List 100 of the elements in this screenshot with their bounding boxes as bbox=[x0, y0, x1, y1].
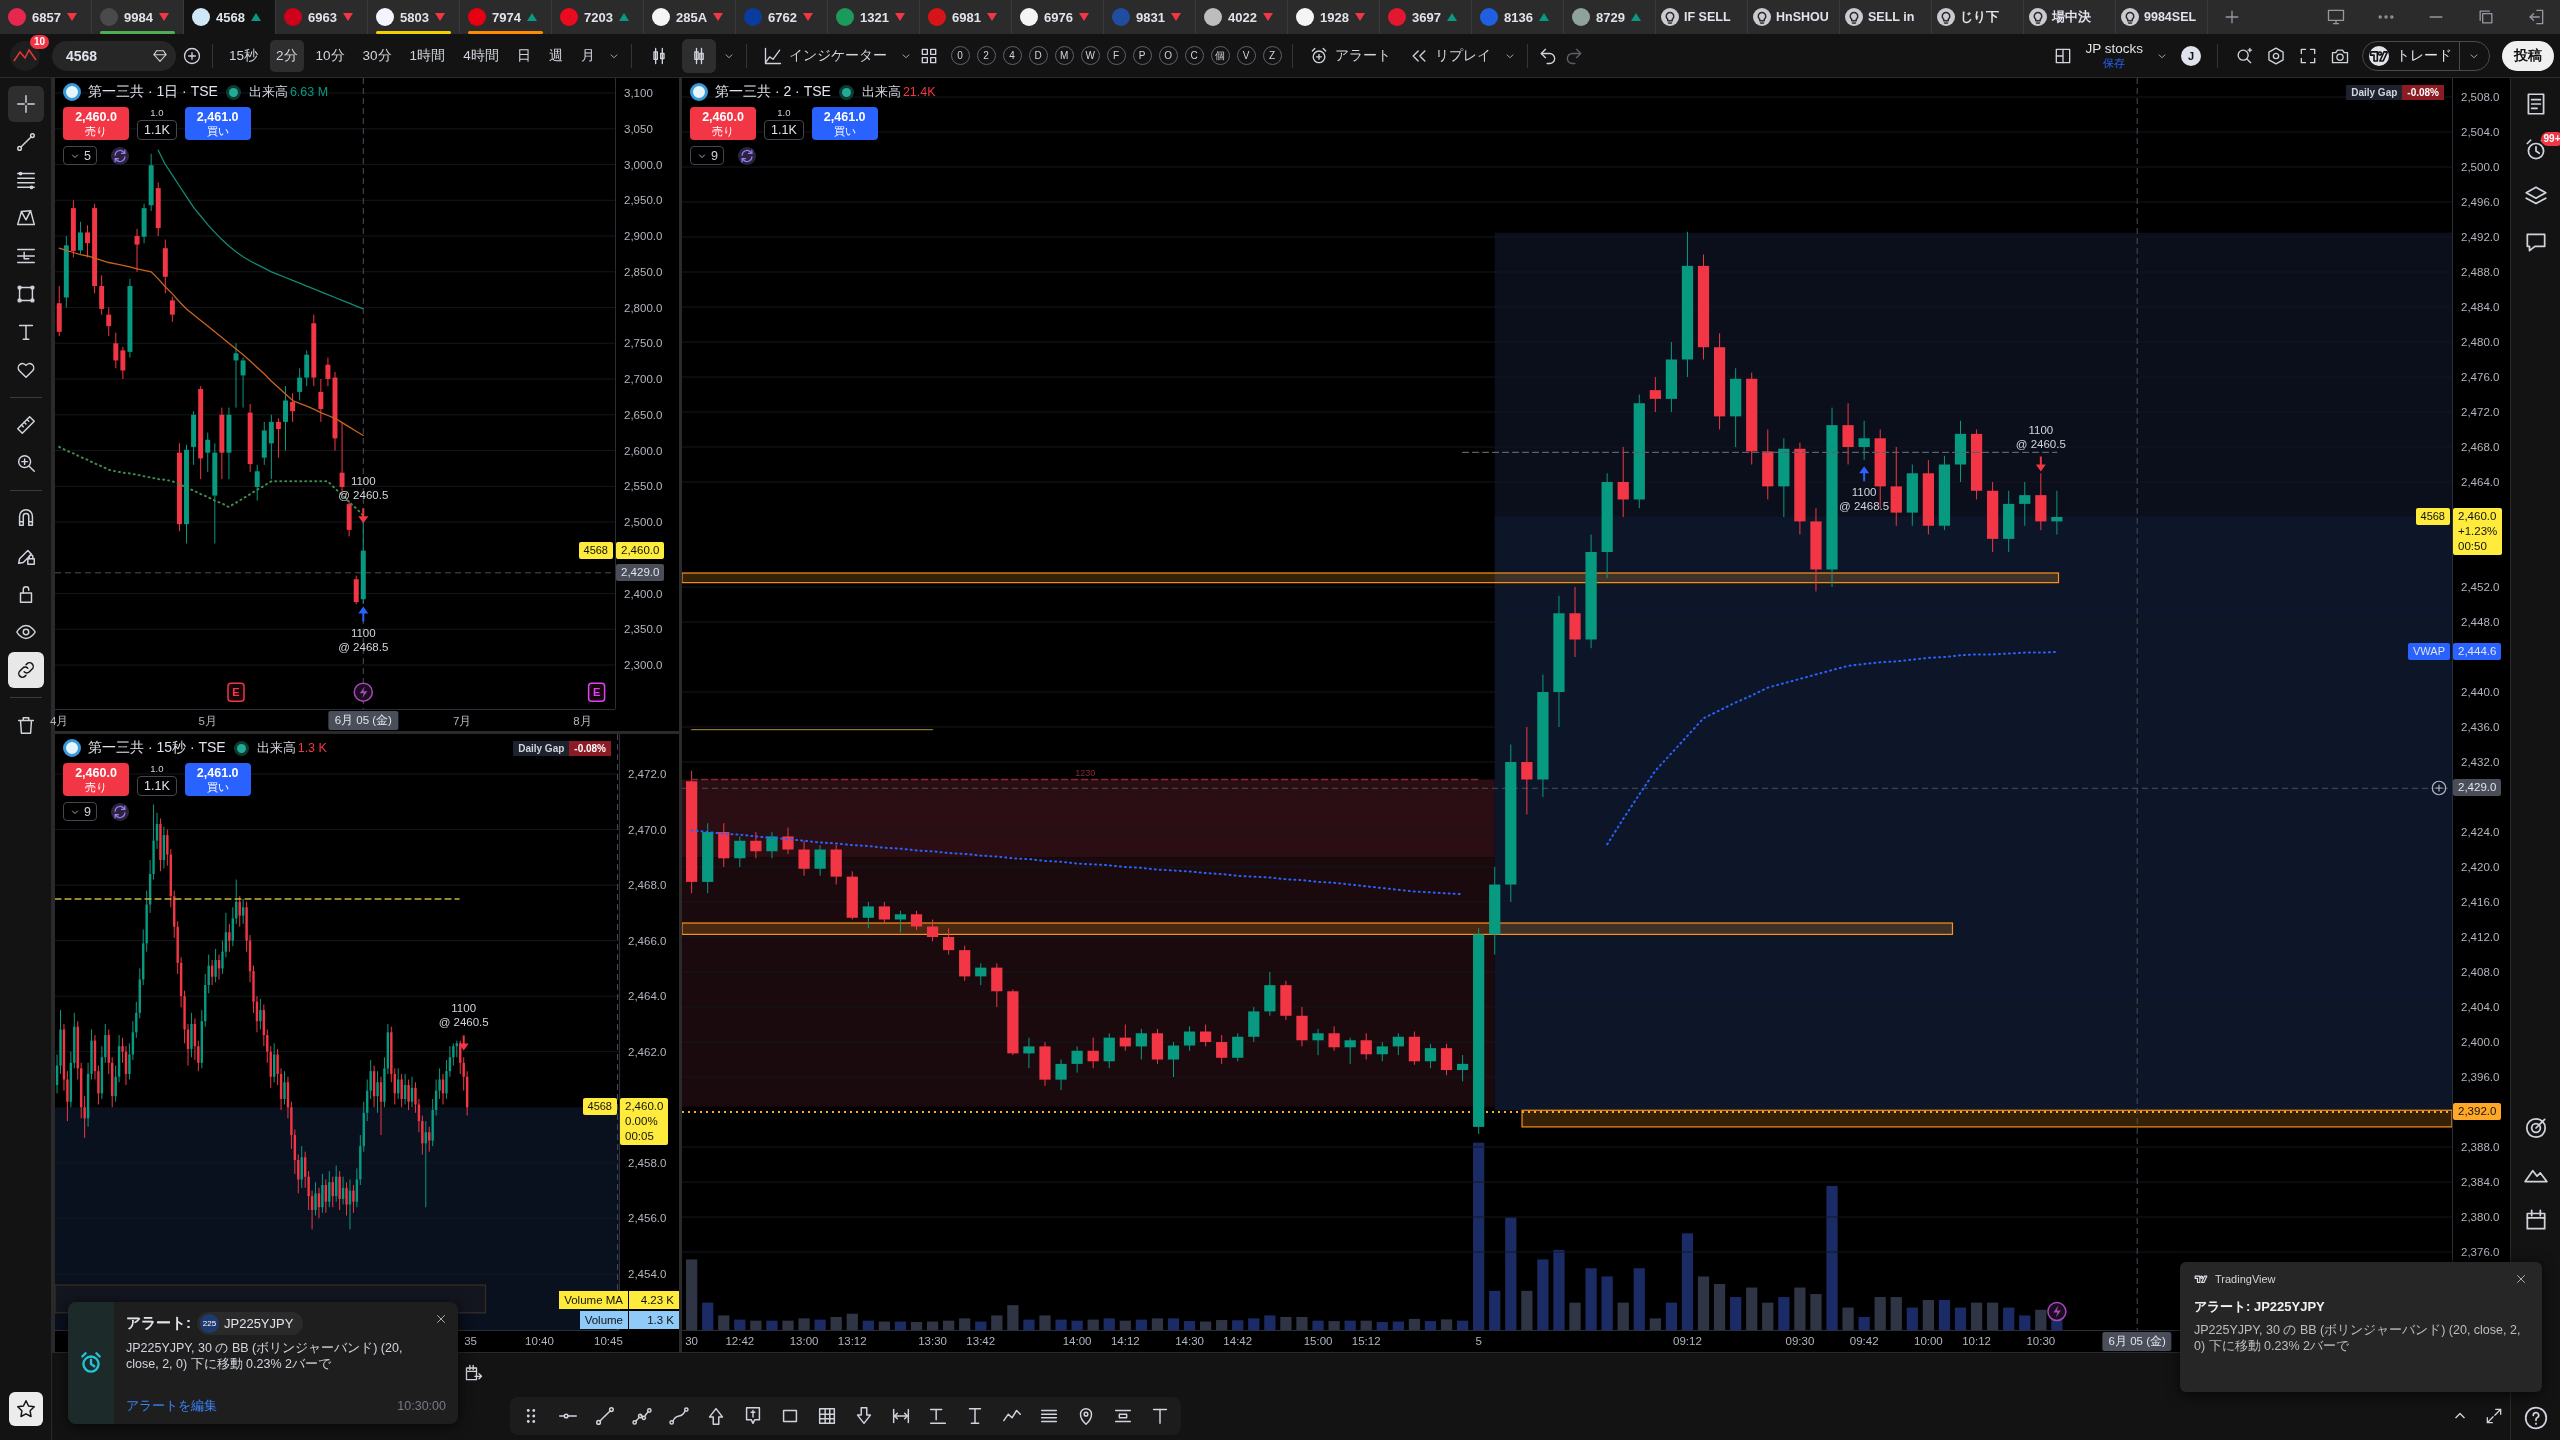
interval-button[interactable]: 日 bbox=[510, 39, 537, 72]
chart-title[interactable]: 第一三共 · 2 · TSE bbox=[715, 83, 831, 101]
candlestick bbox=[910, 910, 923, 931]
candlestick bbox=[1119, 1024, 1131, 1052]
candlestick bbox=[205, 432, 211, 473]
crosshair-tool[interactable] bbox=[7, 86, 44, 122]
monitor-icon[interactable] bbox=[2326, 7, 2346, 27]
candlestick bbox=[297, 367, 303, 401]
candlestick bbox=[113, 332, 119, 369]
chart-style-button[interactable] bbox=[681, 38, 716, 73]
candlestick bbox=[750, 831, 762, 859]
trade-label: 1100 @ 2460.5 bbox=[437, 1001, 490, 1030]
symbol-logo-icon bbox=[1204, 8, 1222, 26]
interval-button[interactable]: 月 bbox=[574, 39, 601, 72]
symbol-logo-icon bbox=[63, 83, 81, 101]
edit-alert-link[interactable]: アラートを編集 bbox=[126, 1397, 217, 1415]
candlestick bbox=[352, 1184, 355, 1214]
price-tick-label: 2,388.0 bbox=[2461, 1141, 2500, 1153]
interval-button[interactable]: 30分 bbox=[356, 39, 398, 72]
buy-button[interactable]: 2,461.0 買い bbox=[184, 107, 251, 140]
candlestick bbox=[240, 357, 246, 409]
crosshair-time-label: 6月 05 (金) bbox=[328, 711, 398, 730]
link-tool[interactable] bbox=[7, 652, 44, 688]
spread-label: 1.0 bbox=[150, 107, 164, 118]
lightning-icon[interactable] bbox=[2047, 1301, 2067, 1322]
sync-icon[interactable] bbox=[110, 146, 129, 165]
sell-button[interactable]: 2,460.0 売り bbox=[63, 107, 129, 140]
sync-icon[interactable] bbox=[110, 802, 129, 821]
lightbulb-icon bbox=[1937, 8, 1955, 26]
earnings-marker[interactable]: E bbox=[227, 682, 245, 702]
quantity-field[interactable]: 1.1K bbox=[764, 120, 804, 140]
candlestick bbox=[85, 224, 90, 258]
trade-button[interactable]: トレード bbox=[2362, 40, 2490, 71]
indicators-toggle[interactable]: 9 bbox=[63, 802, 97, 821]
chart-title[interactable]: 第一三共 · 1日 · TSE bbox=[88, 83, 218, 101]
sell-button[interactable]: 2,460.0 売り bbox=[63, 763, 129, 796]
candlestick bbox=[241, 898, 245, 925]
time-tick-label: 10:45 bbox=[594, 1335, 623, 1347]
trade-label: 1100 @ 2468.5 bbox=[337, 625, 390, 654]
interval-button[interactable]: 2分 bbox=[270, 39, 304, 72]
volume-label: 出来高 bbox=[256, 739, 296, 757]
favorites-button[interactable] bbox=[8, 1392, 43, 1426]
earnings-marker[interactable]: E bbox=[587, 682, 606, 702]
table-icon[interactable] bbox=[816, 1405, 838, 1427]
price-tick-label: 2,472.0 bbox=[628, 768, 667, 780]
chart-title[interactable]: 第一三共 · 15秒 · TSE bbox=[88, 739, 226, 757]
expand-icon[interactable] bbox=[2484, 1406, 2504, 1426]
interval-button[interactable]: 4時間 bbox=[457, 39, 505, 72]
price-tick-label: 2,488.0 bbox=[2461, 266, 2500, 278]
quantity-field[interactable]: 1.1K bbox=[137, 776, 177, 796]
candlestick bbox=[1424, 1043, 1437, 1069]
add-alert-icon[interactable] bbox=[2430, 779, 2448, 798]
last-price-label: 2,460.0 +1.23% 00:50 bbox=[2453, 508, 2503, 555]
publish-button[interactable]: 投稿 bbox=[2502, 40, 2554, 71]
replay-button[interactable]: リプレイ bbox=[1402, 39, 1497, 72]
sell-button[interactable]: 2,460.0 売り bbox=[690, 107, 756, 140]
indicators-button[interactable]: インジケーター bbox=[756, 39, 893, 72]
symbol-logo-icon bbox=[560, 8, 578, 26]
layout-button[interactable]: JP stocks 保存 bbox=[2085, 41, 2143, 70]
add-symbol-icon[interactable] bbox=[182, 45, 202, 66]
trend-line-icon[interactable] bbox=[594, 1405, 616, 1427]
user-avatar[interactable]: J bbox=[2181, 45, 2201, 66]
price-tick-label: 2,420.0 bbox=[2461, 861, 2500, 873]
lightning-icon[interactable] bbox=[353, 682, 374, 702]
symbol-tab[interactable]: 4568 bbox=[184, 0, 276, 34]
interval-button[interactable]: 週 bbox=[542, 39, 569, 72]
curve-icon[interactable] bbox=[668, 1405, 690, 1427]
candlestick bbox=[345, 1181, 348, 1217]
candlestick bbox=[77, 221, 83, 255]
interval-button[interactable]: 10分 bbox=[309, 39, 351, 72]
indicators-toggle[interactable]: 5 bbox=[63, 146, 97, 165]
alert-button[interactable]: アラート bbox=[1302, 39, 1397, 72]
close-icon[interactable] bbox=[434, 1312, 448, 1326]
annotation: E bbox=[592, 686, 601, 699]
symbol-chip[interactable]: 225 JP225YJPY bbox=[197, 1312, 304, 1335]
volume-legend-name: Volume MA bbox=[559, 1291, 628, 1309]
polyline-icon[interactable] bbox=[631, 1405, 653, 1427]
line-chart-icon bbox=[762, 45, 783, 66]
lightbulb-icon bbox=[1661, 8, 1679, 26]
calendar-arrow-icon[interactable] bbox=[464, 1362, 484, 1383]
volume-label: 出来高 bbox=[248, 83, 288, 101]
price-line-label: 2,392.0 bbox=[2453, 1103, 2502, 1120]
indicators-toggle[interactable]: 9 bbox=[690, 146, 724, 165]
buy-button[interactable]: 2,461.0 買い bbox=[184, 763, 251, 796]
symbol-logo-icon bbox=[468, 8, 486, 26]
close-icon[interactable] bbox=[2514, 1272, 2528, 1286]
price-line-label: 2,429.0 bbox=[616, 563, 665, 581]
price-tick-label: 2,452.0 bbox=[2461, 581, 2500, 593]
volume-value: 6.63 M bbox=[289, 85, 329, 99]
last-price-label: 2,460.0 bbox=[616, 541, 665, 559]
candlestick bbox=[321, 1173, 324, 1214]
symbol-logo-icon bbox=[652, 8, 670, 26]
time-tick-label: 10:12 bbox=[1962, 1335, 1991, 1347]
buy-button[interactable]: 2,461.0 買い bbox=[811, 107, 878, 140]
symbol-search-field[interactable]: 4568 bbox=[52, 40, 176, 71]
quantity-field[interactable]: 1.1K bbox=[137, 120, 177, 140]
interval-button[interactable]: 1時間 bbox=[403, 39, 452, 72]
trade-label: 1100 @ 2468.5 bbox=[1838, 485, 1891, 514]
interval-button[interactable]: 15秒 bbox=[223, 39, 265, 72]
settings-icon[interactable] bbox=[2266, 45, 2286, 66]
